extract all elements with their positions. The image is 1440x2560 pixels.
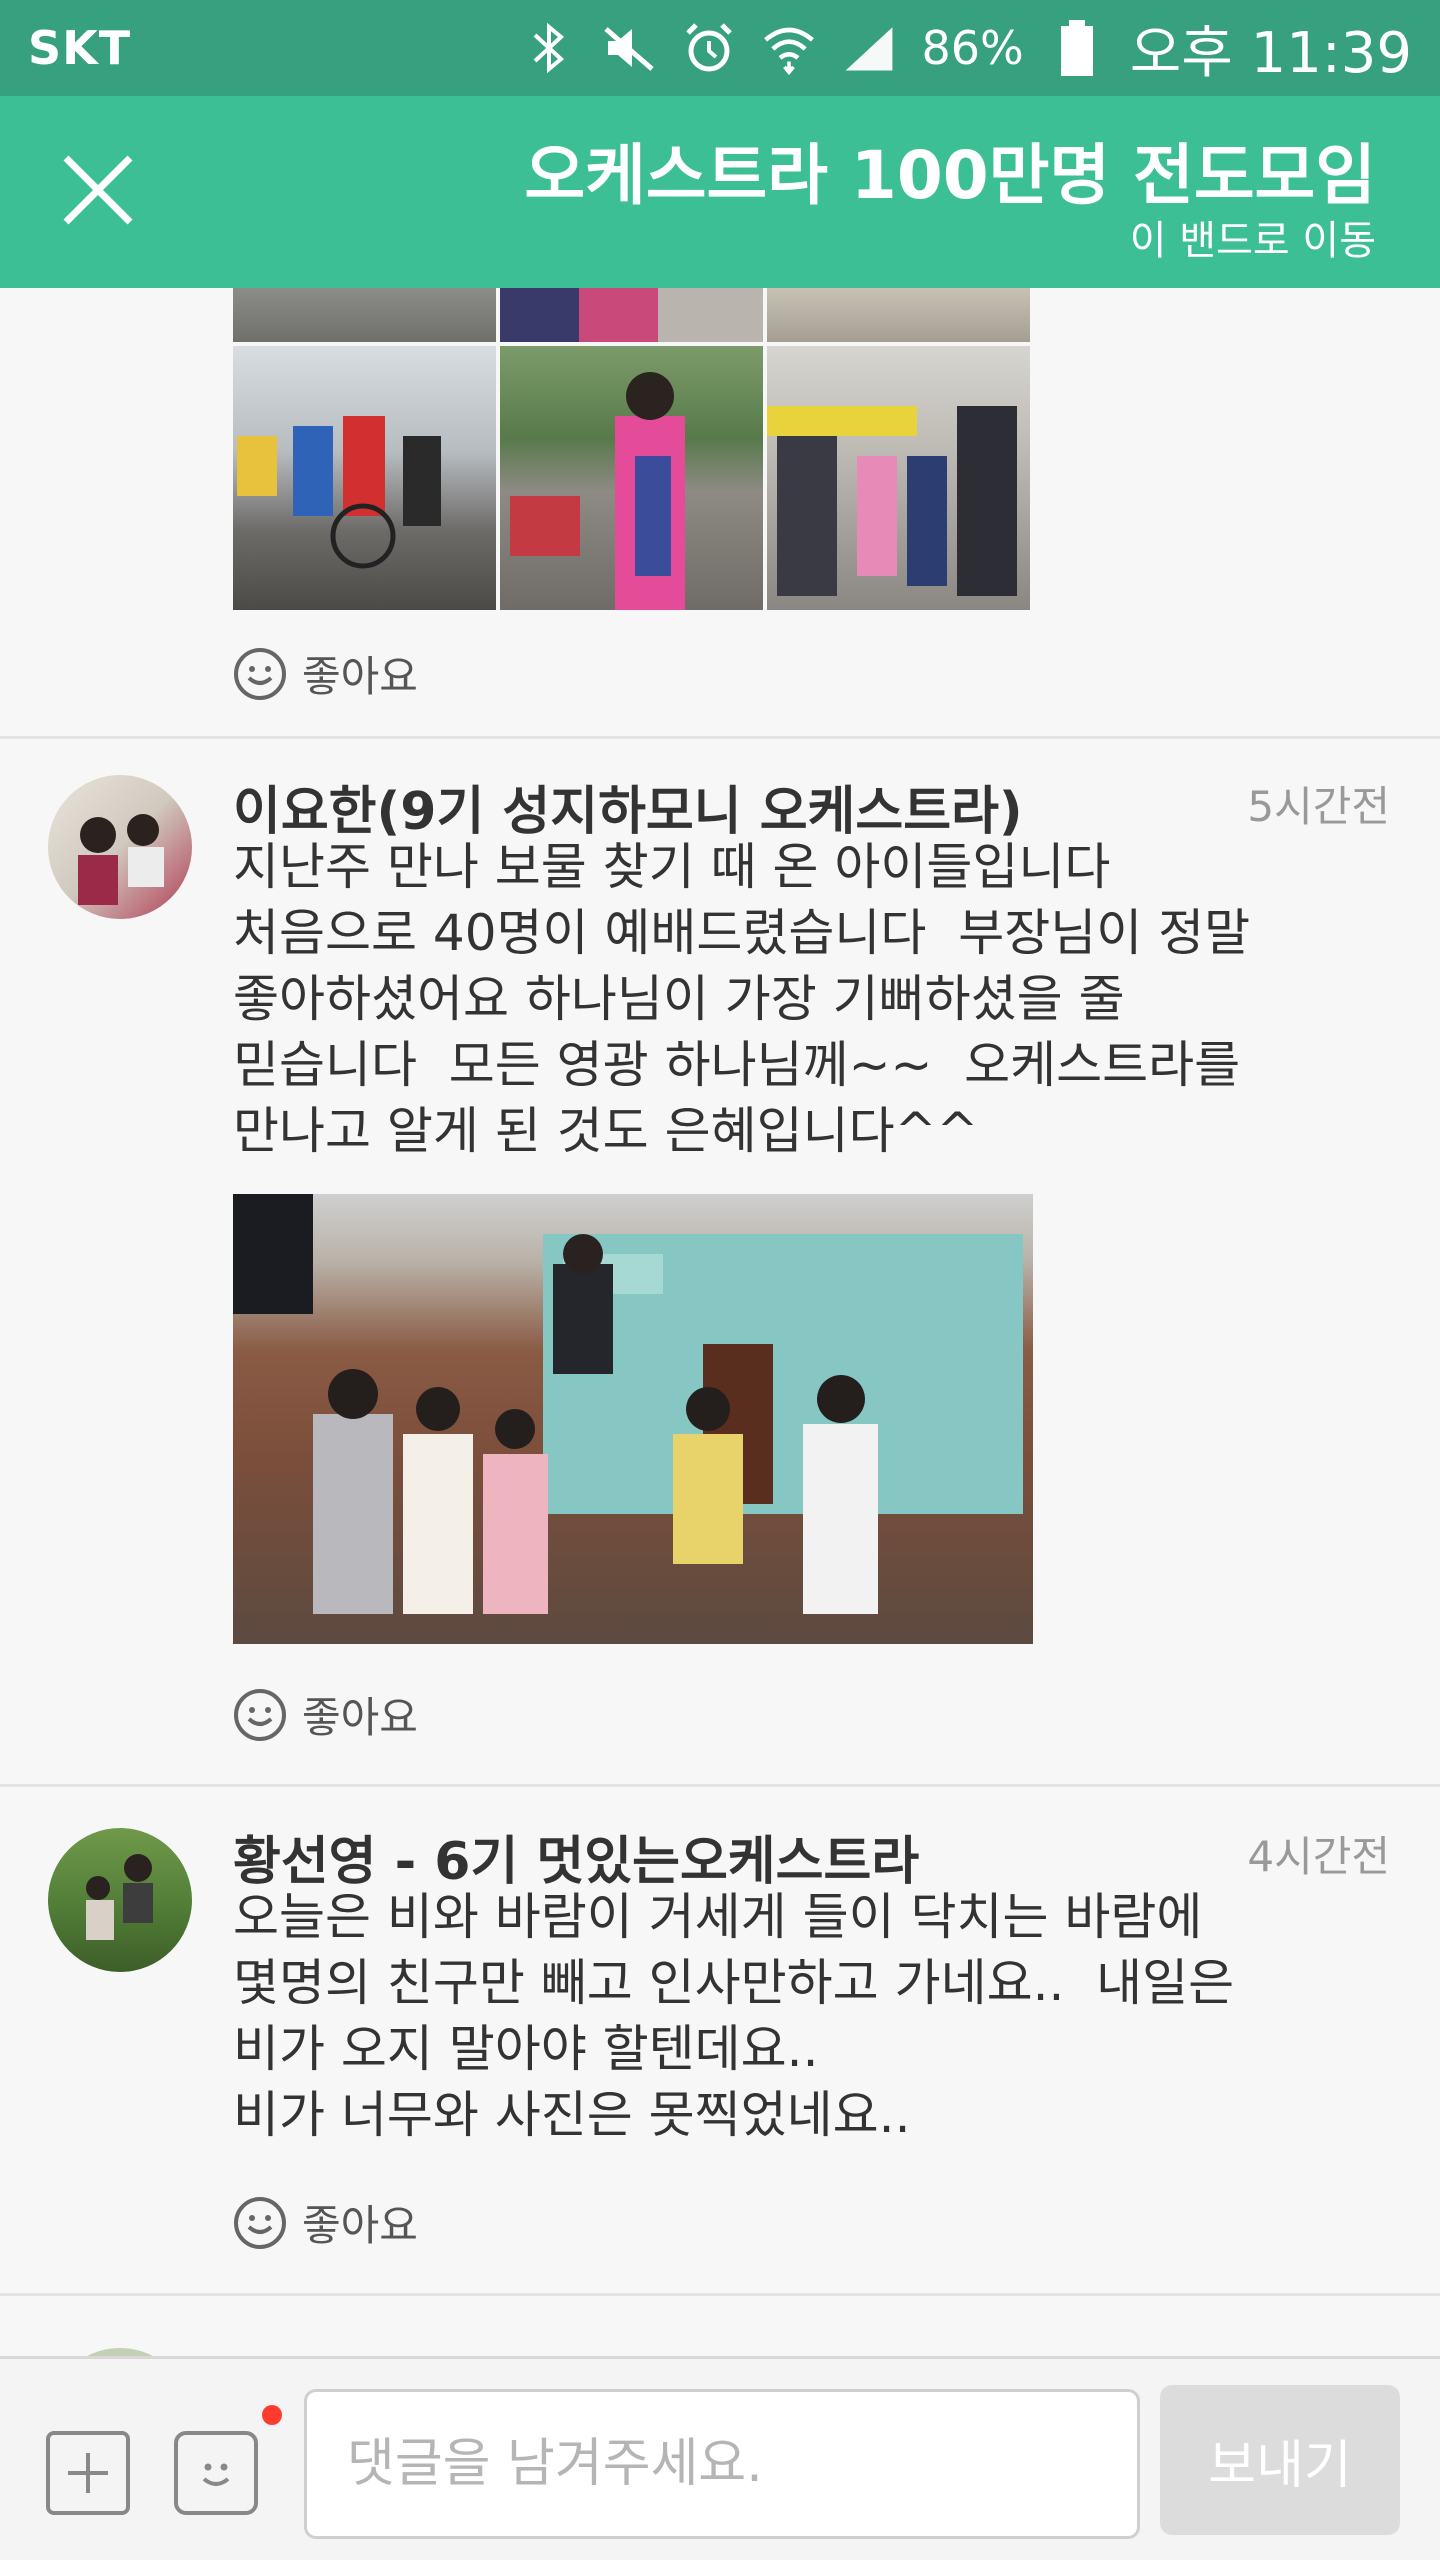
avatar[interactable] <box>48 775 192 919</box>
post-author[interactable]: 이요한(9기 성지하모니 오케스트라) <box>233 769 1023 844</box>
post-text: 지난주 만나 보물 찾기 때 온 아이들입니다 처음으로 40명이 예배드렸습니… <box>233 838 1251 1160</box>
avatar[interactable] <box>48 2348 192 2356</box>
post-photo[interactable] <box>233 1194 1033 1644</box>
smile-icon <box>234 647 286 700</box>
post-author[interactable]: 황선영 - 6기 멋있는오케스트라 <box>233 1819 919 1894</box>
smile-icon <box>234 2196 286 2249</box>
app-header: 오케스트라 100만명 전도모임 이 밴드로 이동 <box>0 96 1440 288</box>
post-card: 이요한(9기 성지하모니 오케스트라) 5시간전 지난주 만나 보물 찾기 때 … <box>0 739 1440 1742</box>
post-time: 5시간전 <box>1247 782 1390 831</box>
go-to-band-link[interactable]: 이 밴드로 이동 <box>1130 208 1376 266</box>
close-button[interactable] <box>50 142 146 238</box>
like-label: 좋아요 <box>302 652 418 701</box>
like-button[interactable]: 좋아요 <box>232 1684 418 1745</box>
battery-percent: 86% <box>921 21 1024 75</box>
post-feed[interactable]: 좋아요 이요한(9기 성지하모니 오케스트라) 5시간전 지난주 만나 보물 찾… <box>0 288 1440 2356</box>
grid-photo[interactable] <box>500 346 763 610</box>
mute-icon <box>602 21 656 75</box>
grid-photo[interactable] <box>767 346 1030 610</box>
new-sticker-badge <box>262 2405 282 2425</box>
post-text: 오늘은 비와 바람이 거세게 들이 닥치는 바람에 몇명의 친구만 빼고 인사만… <box>233 1888 1235 2144</box>
smile-icon <box>202 2463 230 2486</box>
grid-photo[interactable] <box>500 288 763 342</box>
close-icon <box>63 155 133 225</box>
comment-input[interactable] <box>304 2389 1140 2539</box>
post-divider <box>0 2293 1440 2296</box>
grid-photo[interactable] <box>233 288 496 342</box>
band-title: 오케스트라 100만명 전도모임 <box>524 137 1376 214</box>
avatar[interactable] <box>48 1828 192 1972</box>
like-label: 좋아요 <box>302 1693 418 1742</box>
grid-photo[interactable] <box>767 288 1030 342</box>
status-bar: SKT 86% 오후 11:39 <box>0 0 1440 96</box>
status-icons: 86% 오후 11:39 <box>522 8 1412 89</box>
clock: 오후 11:39 <box>1129 20 1412 86</box>
post-time: 4시간전 <box>1247 1832 1390 1881</box>
plus-icon <box>68 2453 108 2493</box>
sticker-button[interactable] <box>174 2431 258 2515</box>
comment-bar: 보내기 <box>0 2356 1440 2560</box>
wifi-icon <box>762 21 816 75</box>
photo-grid[interactable] <box>233 288 1030 611</box>
send-button[interactable]: 보내기 <box>1160 2385 1400 2535</box>
smile-icon <box>234 1688 286 1741</box>
carrier-label: SKT <box>28 21 132 75</box>
bluetooth-icon <box>522 21 576 75</box>
signal-icon <box>842 21 896 75</box>
post-card: 황선영 - 6기 멋있는오케스트라 4시간전 오늘은 비와 바람이 거세게 들이… <box>0 1787 1440 2295</box>
battery-icon <box>1050 20 1104 76</box>
grid-photo[interactable] <box>233 346 496 610</box>
like-button[interactable]: 좋아요 <box>232 2192 418 2253</box>
like-button[interactable]: 좋아요 <box>232 643 418 704</box>
like-label: 좋아요 <box>302 2201 418 2250</box>
attach-button[interactable] <box>46 2431 130 2515</box>
alarm-icon <box>682 21 736 75</box>
